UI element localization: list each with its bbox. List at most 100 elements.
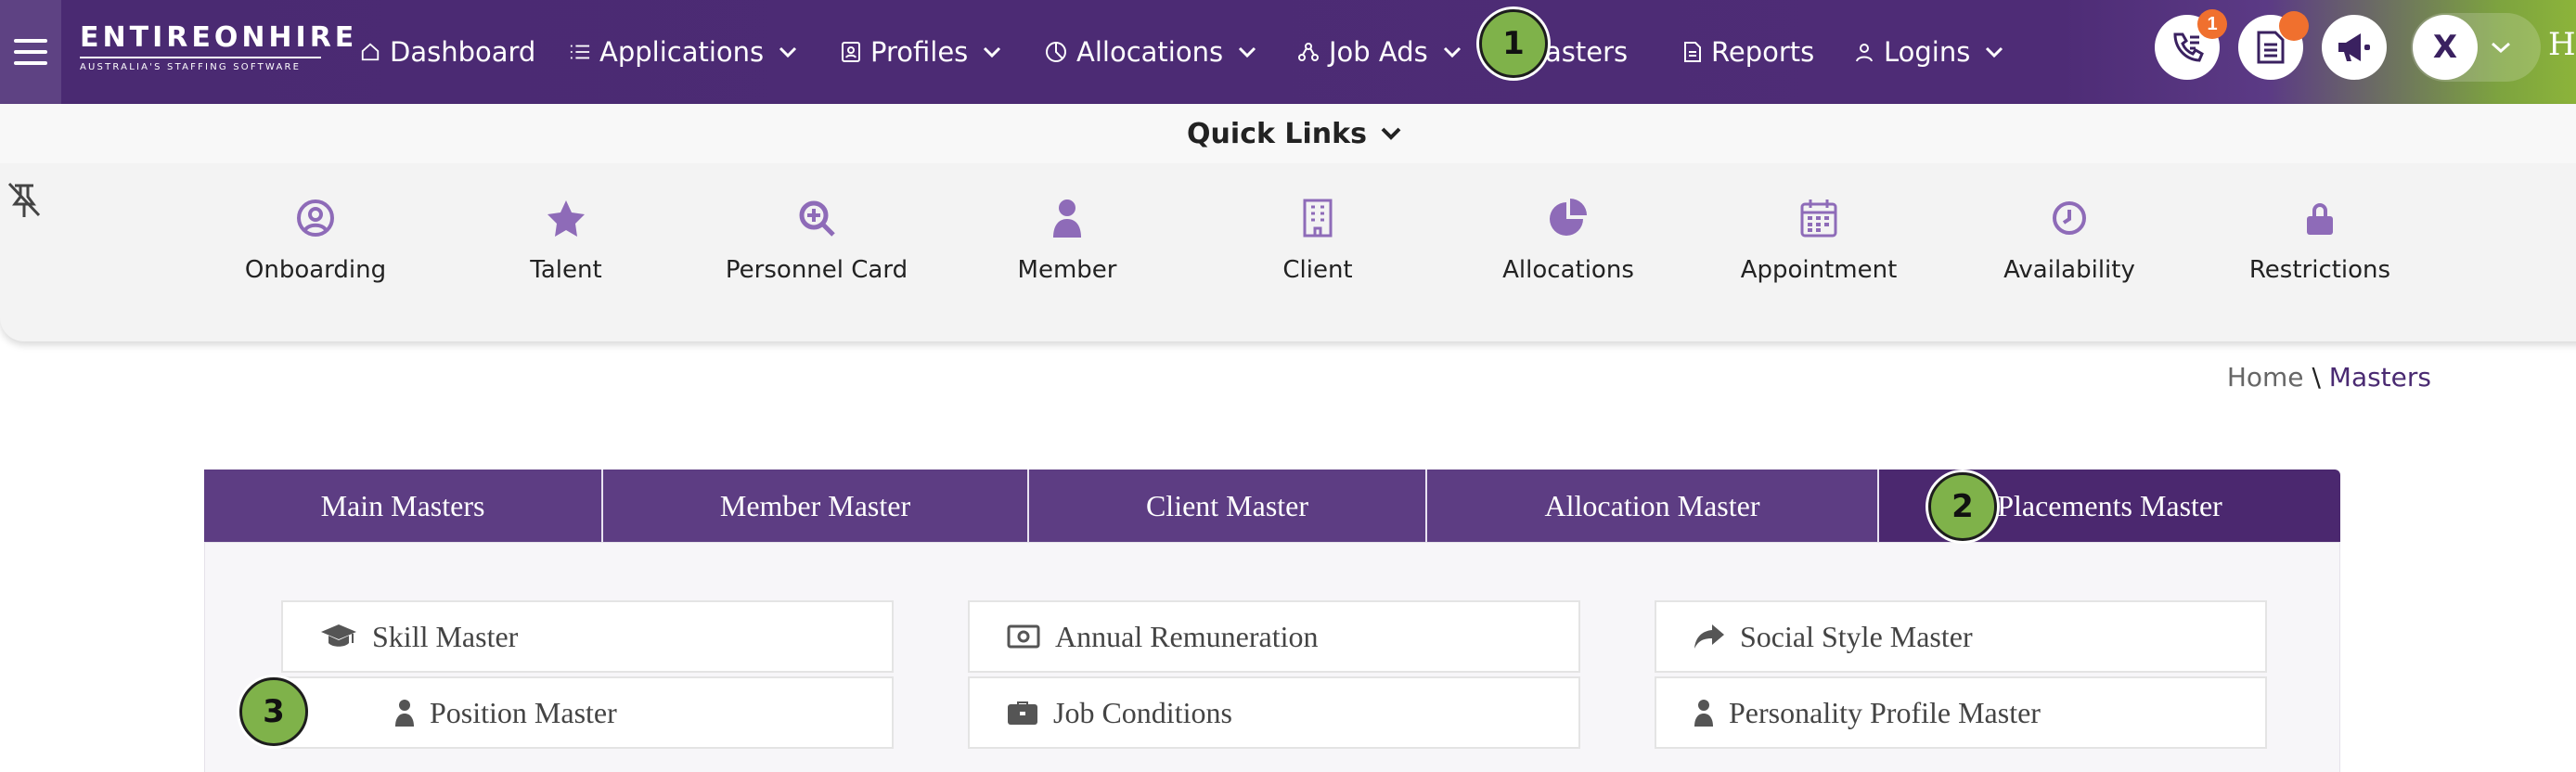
- pie-icon: [1046, 42, 1066, 62]
- quick-link-label: Onboarding: [244, 256, 387, 284]
- file-lines-icon: [2257, 31, 2285, 64]
- placements-master-panel: Skill Master Annual Remuneration Social …: [204, 542, 2340, 772]
- hamburger-menu-icon[interactable]: [0, 0, 61, 104]
- quick-link-label: Talent: [530, 256, 602, 284]
- chevron-down-icon: [1443, 46, 1461, 58]
- chevron-down-icon: [2492, 42, 2510, 54]
- step-marker-3: 3: [239, 677, 308, 746]
- quick-link-label: Restrictions: [2248, 256, 2391, 284]
- step-marker-1: 1: [1479, 9, 1548, 78]
- breadcrumb-current: Masters: [2328, 362, 2431, 392]
- list-icon: [570, 45, 590, 59]
- skill-master-label: Skill Master: [372, 619, 519, 653]
- quick-link-member[interactable]: Member: [956, 197, 1179, 284]
- nav-reports[interactable]: Reports: [1683, 0, 1814, 104]
- quick-link-availability[interactable]: Availability: [1958, 197, 2181, 284]
- announcements-button[interactable]: [2322, 15, 2387, 80]
- quick-links-toggle[interactable]: Quick Links: [0, 104, 2576, 163]
- brand-name: ENTIREONHIRE: [80, 22, 354, 58]
- position-master-label: Position Master: [430, 695, 617, 729]
- tab-main-masters[interactable]: Main Masters: [204, 470, 603, 542]
- breadcrumb-home[interactable]: Home: [2227, 362, 2304, 392]
- pie-chart-icon: [1550, 199, 1587, 236]
- step-marker-2: 2: [1928, 472, 1997, 541]
- user-icon: [1856, 44, 1873, 62]
- nav-profiles[interactable]: Profiles: [841, 0, 1001, 104]
- quick-link-label: Member: [1017, 256, 1117, 284]
- nav-applications-label: Applications: [599, 36, 765, 68]
- quick-link-appointment[interactable]: Appointment: [1707, 197, 1930, 284]
- header-cut-text: He: [2548, 26, 2576, 63]
- person-icon: [1694, 700, 1713, 727]
- quick-link-talent[interactable]: Talent: [455, 197, 677, 284]
- quick-link-client[interactable]: Client: [1206, 197, 1429, 284]
- chevron-down-icon: [1239, 46, 1256, 58]
- social-style-master-label: Social Style Master: [1740, 619, 1973, 653]
- position-master-link[interactable]: Position Master: [281, 676, 894, 749]
- quick-link-restrictions[interactable]: Restrictions: [2209, 197, 2431, 284]
- tab-member-master[interactable]: Member Master: [603, 470, 1029, 542]
- chevron-down-icon: [1381, 127, 1401, 140]
- nav-allocations-label: Allocations: [1076, 36, 1224, 68]
- person-icon: [395, 700, 414, 727]
- megaphone-icon: [2338, 33, 2370, 61]
- chevron-down-icon: [1986, 46, 2003, 58]
- breadcrumb-separator: \: [2312, 362, 2321, 392]
- nav-reports-label: Reports: [1711, 36, 1815, 68]
- graduation-cap-icon: [321, 624, 356, 647]
- documents-button[interactable]: [2238, 11, 2309, 80]
- master-tabs: Main Masters Member Master Client Master…: [204, 470, 2340, 542]
- phone-list-icon: [2173, 32, 2204, 62]
- avatar: X: [2413, 15, 2478, 80]
- building-icon: [1303, 199, 1333, 238]
- social-style-master-link[interactable]: Social Style Master: [1655, 600, 2267, 673]
- call-log-button[interactable]: 1: [2155, 9, 2227, 80]
- clock-icon: [2053, 201, 2086, 235]
- lock-icon: [2307, 203, 2333, 235]
- quick-link-allocations[interactable]: Allocations: [1457, 197, 1680, 284]
- star-icon: [547, 200, 585, 237]
- calendar-icon: [1800, 199, 1837, 238]
- call-count-badge: 1: [2197, 9, 2227, 39]
- quick-link-label: Personnel Card: [725, 256, 908, 284]
- nav-allocations[interactable]: Allocations: [1045, 0, 1256, 104]
- skill-master-link[interactable]: Skill Master: [281, 600, 894, 673]
- annual-remuneration-link[interactable]: Annual Remuneration: [968, 600, 1580, 673]
- nav-applications[interactable]: Applications: [570, 0, 797, 104]
- quick-links-title: Quick Links: [1187, 117, 1367, 150]
- money-bill-icon: [1007, 624, 1040, 649]
- nav-dashboard-label: Dashboard: [390, 36, 536, 68]
- nav-profiles-label: Profiles: [870, 36, 969, 68]
- brand-logo[interactable]: ENTIREONHIRE AUSTRALIA'S STAFFING SOFTWA…: [80, 22, 354, 72]
- chevron-down-icon: [984, 46, 1001, 58]
- user-menu[interactable]: X: [2411, 13, 2541, 82]
- home-icon: [361, 43, 380, 61]
- brand-tagline: AUSTRALIA'S STAFFING SOFTWARE: [80, 62, 302, 72]
- quick-link-label: Availability: [2003, 256, 2135, 284]
- document-icon: [1684, 42, 1701, 62]
- nav-job-ads[interactable]: Job Ads: [1297, 0, 1462, 104]
- annual-remuneration-label: Annual Remuneration: [1055, 619, 1319, 653]
- personality-profile-master-link[interactable]: Personality Profile Master: [1655, 676, 2267, 749]
- nav-dashboard[interactable]: Dashboard: [360, 0, 535, 104]
- quick-link-label: Client: [1282, 256, 1353, 284]
- tab-client-master[interactable]: Client Master: [1029, 470, 1427, 542]
- personality-profile-master-label: Personality Profile Master: [1729, 695, 2041, 729]
- share-arrow-icon: [1694, 624, 1724, 649]
- nav-job-ads-label: Job Ads: [1329, 36, 1428, 68]
- quick-link-onboarding[interactable]: Onboarding: [204, 197, 427, 284]
- breadcrumb: Home \ Masters: [2227, 362, 2431, 392]
- quick-link-label: Allocations: [1502, 256, 1634, 284]
- top-navbar: ENTIREONHIRE AUSTRALIA'S STAFFING SOFTWA…: [0, 0, 2576, 104]
- nav-logins-label: Logins: [1884, 36, 1971, 68]
- job-conditions-link[interactable]: Job Conditions: [968, 676, 1580, 749]
- chevron-down-icon: [779, 46, 797, 58]
- unpin-icon[interactable]: [7, 182, 41, 224]
- job-conditions-label: Job Conditions: [1053, 695, 1232, 729]
- tab-allocation-master[interactable]: Allocation Master: [1427, 470, 1879, 542]
- quick-link-label: Appointment: [1740, 256, 1898, 284]
- quick-link-personnel-card[interactable]: Personnel Card: [705, 197, 928, 284]
- id-card-icon: [842, 42, 860, 62]
- nav-logins[interactable]: Logins: [1854, 0, 2003, 104]
- search-plus-icon: [799, 200, 835, 237]
